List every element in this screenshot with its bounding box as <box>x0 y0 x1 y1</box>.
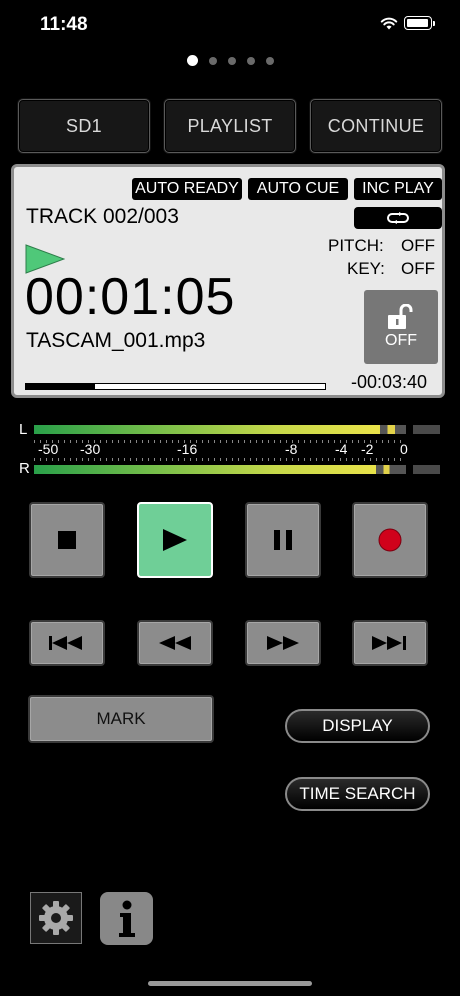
meter-scale-label: -30 <box>80 441 101 457</box>
battery-icon <box>404 16 435 30</box>
pitch-label: PITCH: <box>328 236 384 255</box>
repeat-icon <box>387 212 409 224</box>
skip-next-icon <box>372 636 406 650</box>
meter-left-label: L <box>19 421 28 438</box>
continue-button[interactable]: CONTINUE <box>310 99 442 153</box>
file-name: TASCAM_001.mp3 <box>26 329 206 352</box>
skip-previous-button[interactable] <box>29 620 105 666</box>
inc-play-badge: INC PLAY <box>354 178 442 200</box>
page-dot[interactable] <box>227 56 236 65</box>
playlist-button[interactable]: PLAYLIST <box>164 99 296 153</box>
meter-right-bar <box>34 465 406 474</box>
meter-left-bar <box>34 425 406 434</box>
auto-ready-badge: AUTO READY <box>132 178 242 200</box>
stop-icon <box>58 531 76 549</box>
key-value: OFF <box>401 259 435 278</box>
page-dot[interactable] <box>246 56 255 65</box>
info-button[interactable] <box>100 892 153 945</box>
time-search-button[interactable]: TIME SEARCH <box>285 777 430 811</box>
play-icon <box>163 529 187 551</box>
gear-icon <box>39 901 73 935</box>
meter-scale-label: -50 <box>38 441 59 457</box>
progress-bar[interactable] <box>25 383 326 390</box>
page-dot[interactable] <box>186 55 198 66</box>
skip-next-button[interactable] <box>352 620 428 666</box>
meter-scale-label: -16 <box>177 441 198 457</box>
lock-button[interactable]: OFF <box>364 290 438 364</box>
status-icons <box>380 16 435 30</box>
repeat-badge <box>354 207 442 229</box>
unlock-icon <box>388 304 413 329</box>
rewind-button[interactable] <box>137 620 213 666</box>
play-button[interactable] <box>137 502 213 578</box>
record-icon <box>378 528 402 552</box>
remaining-time: -00:03:40 <box>351 372 428 392</box>
page-dot[interactable] <box>265 56 274 65</box>
auto-cue-badge: AUTO CUE <box>248 178 348 200</box>
display-panel: AUTO READY AUTO CUE INC PLAY TRACK 002/0… <box>11 164 445 398</box>
home-indicator[interactable] <box>148 981 312 986</box>
fast-forward-button[interactable] <box>245 620 321 666</box>
mark-button[interactable]: MARK <box>28 695 214 743</box>
status-time: 11:48 <box>40 14 88 35</box>
page-indicator[interactable] <box>0 55 460 66</box>
sd-button[interactable]: SD1 <box>18 99 150 153</box>
fast-forward-icon <box>267 636 299 650</box>
key-label: KEY: <box>347 259 385 278</box>
record-button[interactable] <box>352 502 428 578</box>
info-icon <box>118 900 135 937</box>
meter-scale-label: -4 <box>335 441 348 457</box>
settings-button[interactable] <box>30 892 82 944</box>
meter-scale-label: 0 <box>400 441 408 457</box>
rewind-icon <box>159 636 191 650</box>
lock-label: OFF <box>385 332 417 349</box>
pause-button[interactable] <box>245 502 321 578</box>
skip-previous-icon <box>49 636 82 650</box>
wifi-icon <box>380 17 398 29</box>
elapsed-timecode: 00:01:05 <box>25 268 236 326</box>
meter-scale-label: -8 <box>285 441 298 457</box>
pitch-value: OFF <box>401 236 435 255</box>
display-button[interactable]: DISPLAY <box>285 709 430 743</box>
meter-left-peak <box>413 425 440 434</box>
pause-icon <box>274 530 292 550</box>
page-dot[interactable] <box>208 56 217 65</box>
meter-right-label: R <box>19 460 30 477</box>
meter-right-peak <box>413 465 440 474</box>
track-counter: TRACK 002/003 <box>26 205 179 228</box>
meter-scale-label: -2 <box>361 441 374 457</box>
meter-scale-ticks <box>34 458 406 461</box>
stop-button[interactable] <box>29 502 105 578</box>
progress-fill <box>26 384 95 389</box>
